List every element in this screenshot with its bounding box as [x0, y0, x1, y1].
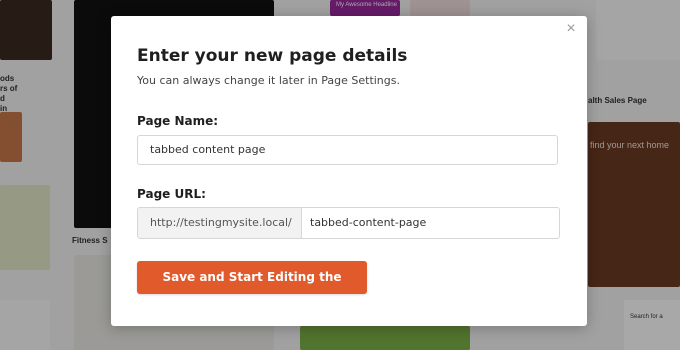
dialog-subtitle: You can always change it later in Page S… [137, 74, 400, 87]
page-name-label: Page Name: [137, 114, 219, 128]
page-url-label: Page URL: [137, 187, 206, 201]
close-icon[interactable]: × [564, 21, 578, 37]
dialog-title: Enter your new page details [137, 46, 408, 66]
new-page-dialog: × Enter your new page details You can al… [111, 16, 587, 326]
page-url-field: http://testingmysite.local/ tabbed-conte… [137, 207, 560, 239]
page-name-input[interactable]: tabbed content page [137, 135, 558, 165]
save-and-edit-button[interactable]: Save and Start Editing the Page → [137, 261, 367, 317]
save-and-edit-label: Save and Start Editing the Page [162, 270, 342, 317]
url-prefix: http://testingmysite.local/ [138, 208, 302, 238]
url-slug-input[interactable]: tabbed-content-page [302, 208, 559, 238]
arrow-right-icon: → [266, 303, 277, 317]
